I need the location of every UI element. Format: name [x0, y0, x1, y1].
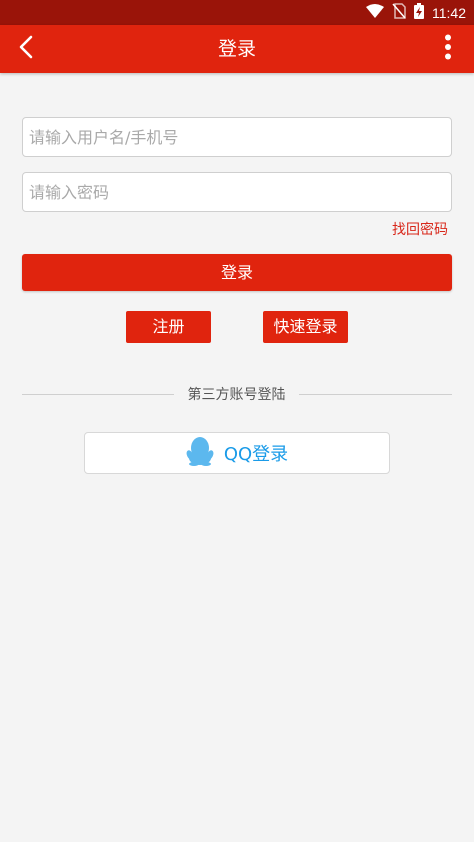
page-title: 登录 — [217, 38, 256, 60]
qq-login-content: QQ登录 — [85, 433, 389, 473]
no-sim-icon — [392, 2, 406, 23]
status-bar: 11:42 — [0, 0, 474, 25]
app-bar: 登录 — [0, 25, 474, 73]
quick-login-button[interactable]: 快速登录 — [263, 311, 348, 343]
forgot-password-link[interactable]: 找回密码 — [392, 219, 448, 239]
qq-penguin-icon — [186, 436, 214, 470]
username-input[interactable] — [22, 117, 452, 157]
third-party-label: 第三方账号登陆 — [187, 387, 286, 403]
status-time: 11:42 — [432, 4, 466, 21]
battery-charging-icon — [414, 2, 424, 23]
password-input[interactable] — [22, 172, 452, 212]
login-button[interactable]: 登录 — [22, 254, 452, 291]
chevron-left-icon — [18, 35, 34, 63]
more-vertical-icon — [444, 34, 452, 64]
qq-login-label: QQ登录 — [223, 444, 289, 465]
divider-right — [299, 394, 452, 395]
wifi-icon — [366, 3, 384, 22]
back-button[interactable] — [8, 31, 44, 67]
register-button[interactable]: 注册 — [126, 311, 211, 343]
divider-left — [22, 394, 174, 395]
status-icons: 11:42 — [366, 0, 466, 25]
qq-login-button[interactable]: QQ登录 — [84, 432, 390, 474]
more-options-button[interactable] — [430, 31, 466, 67]
